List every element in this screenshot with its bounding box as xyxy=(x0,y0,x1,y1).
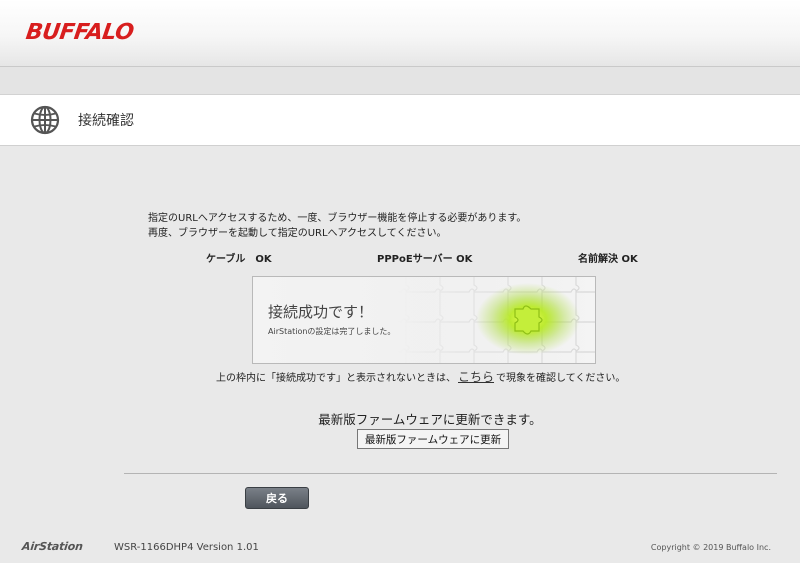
sub-bar xyxy=(0,67,800,95)
firmware-update-message: 最新版ファームウェアに更新できます。 xyxy=(318,412,542,427)
connection-success-frame: 接続成功です！ AirStationの設定は完了しました。 xyxy=(252,276,596,364)
copyright: Copyright © 2019 Buffalo Inc. xyxy=(650,543,771,552)
hint-text-after: で現象を確認してください。 xyxy=(496,373,626,384)
success-subtitle: AirStationの設定は完了しました。 xyxy=(268,327,396,336)
airstation-logo: AirStation xyxy=(21,540,84,553)
firmware-update-button[interactable]: 最新版ファームウェアに更新 xyxy=(357,429,509,449)
divider xyxy=(124,473,777,474)
back-button[interactable]: 戻る xyxy=(245,487,309,509)
app-header: BUFFALO xyxy=(0,0,800,67)
status-pppoe: PPPoEサーバー OK xyxy=(377,254,473,265)
hint-text: 上の枠内に「接続成功です」と表示されないときは、 こちら で現象を確認してください。 xyxy=(216,368,625,385)
status-dns: 名前解決 OK xyxy=(578,254,638,265)
troubleshoot-link[interactable]: こちら xyxy=(456,370,496,384)
buffalo-logo: BUFFALO xyxy=(24,20,136,45)
page-title: 接続確認 xyxy=(78,113,134,129)
globe-icon xyxy=(30,105,60,135)
hint-text-before: 上の枠内に「接続成功です」と表示されないときは、 xyxy=(216,373,456,384)
status-cable: ケーブル OK xyxy=(206,254,272,265)
instruction-line-1: 指定のURLへアクセスするため、一度、ブラウザー機能を停止する必要があります。 xyxy=(148,213,527,224)
success-title: 接続成功です！ xyxy=(268,303,374,321)
instruction-line-2: 再度、ブラウザーを起動して指定のURLへアクセスしてください。 xyxy=(148,228,447,239)
model-version: WSR-1166DHP4 Version 1.01 xyxy=(114,542,259,553)
